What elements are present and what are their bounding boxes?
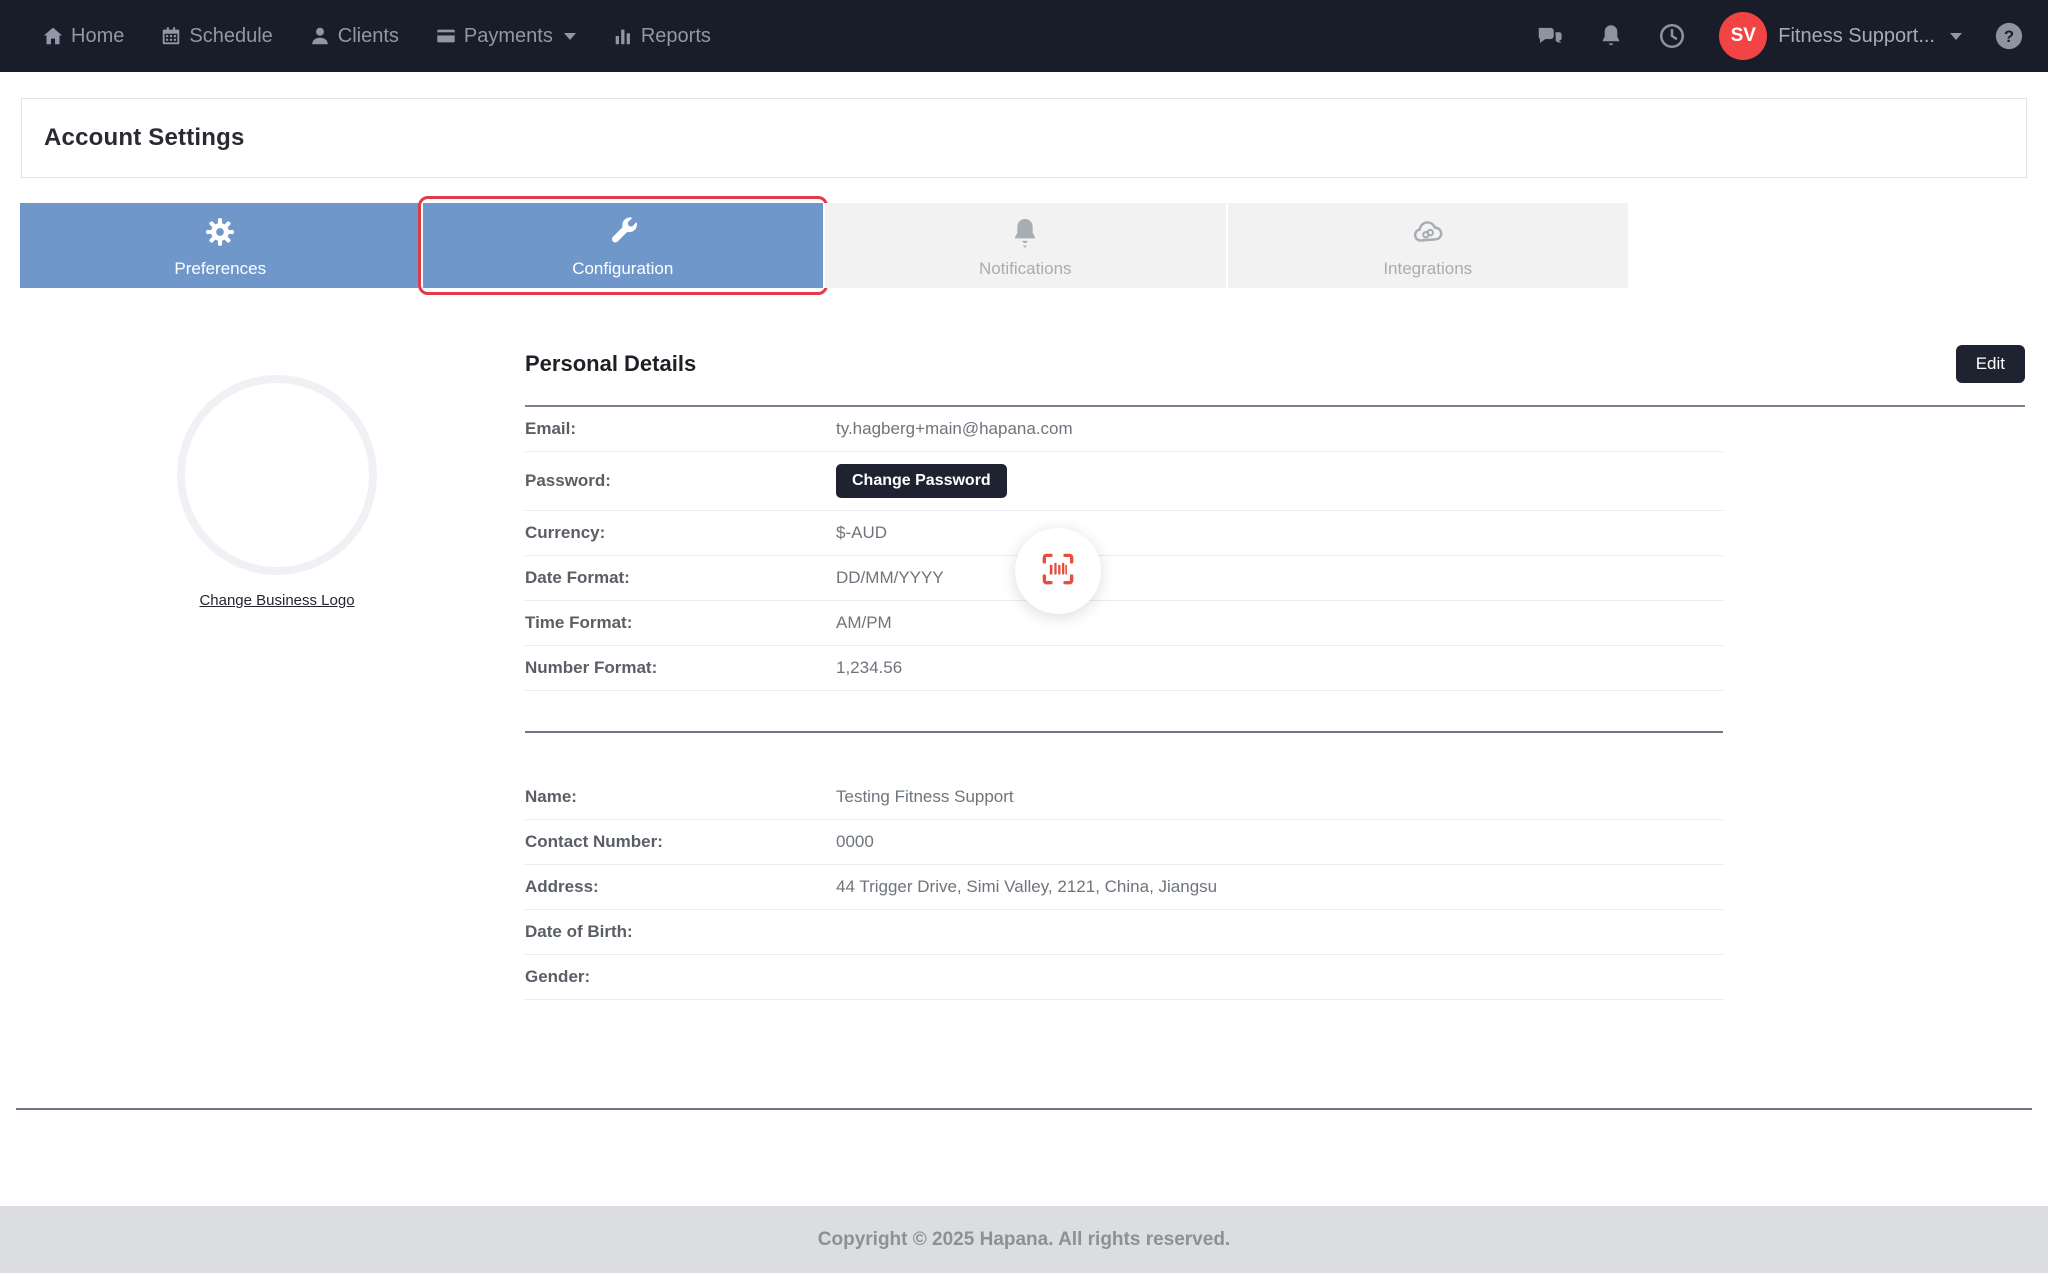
detail-row-number-format: Number Format: 1,234.56 bbox=[525, 646, 1723, 691]
nav-item-label: Home bbox=[71, 25, 124, 48]
nav-menu: Home Schedule Clients Payments Reports bbox=[42, 25, 711, 48]
change-business-logo-link[interactable]: Change Business Logo bbox=[199, 592, 354, 609]
row-label: Gender: bbox=[525, 967, 836, 987]
clock-icon[interactable] bbox=[1657, 21, 1687, 51]
account-name: Fitness Support... bbox=[1778, 25, 1935, 48]
row-value: 1,234.56 bbox=[836, 658, 902, 678]
page-title: Account Settings bbox=[44, 124, 245, 152]
nav-item-label: Clients bbox=[338, 25, 399, 48]
detail-row-currency: Currency: $-AUD bbox=[525, 511, 1723, 556]
tab-label: Integrations bbox=[1383, 260, 1472, 277]
settings-tabs: Preferences Configuration Notifications … bbox=[20, 203, 1628, 288]
tab-notifications[interactable]: Notifications bbox=[823, 203, 1226, 288]
detail-row-time-format: Time Format: AM/PM bbox=[525, 601, 1723, 646]
scan-widget-button[interactable] bbox=[1015, 528, 1101, 614]
nav-item-reports[interactable]: Reports bbox=[612, 25, 711, 48]
account-menu[interactable]: SV Fitness Support... bbox=[1719, 12, 1962, 60]
tab-configuration[interactable]: Configuration bbox=[421, 203, 824, 288]
bottom-divider bbox=[16, 1108, 2032, 1110]
personal-details-header: Personal Details Edit bbox=[525, 345, 2025, 383]
avatar: SV bbox=[1719, 12, 1767, 60]
nav-item-label: Reports bbox=[641, 25, 711, 48]
business-logo-placeholder bbox=[177, 375, 377, 575]
top-navbar: Home Schedule Clients Payments Reports S… bbox=[0, 0, 2048, 72]
personal-details-section: Personal Details Edit Email: ty.hagberg+… bbox=[525, 345, 2025, 1000]
row-label: Name: bbox=[525, 787, 836, 807]
row-label: Email: bbox=[525, 419, 836, 439]
wrench-icon bbox=[606, 215, 640, 254]
copyright-text: Copyright © 2025 Hapana. All rights rese… bbox=[818, 1229, 1230, 1251]
row-label: Date Format: bbox=[525, 568, 836, 588]
help-icon[interactable]: ? bbox=[1994, 21, 2024, 51]
row-label: Date of Birth: bbox=[525, 922, 836, 942]
detail-row-email: Email: ty.hagberg+main@hapana.com bbox=[525, 407, 1723, 452]
row-label: Number Format: bbox=[525, 658, 836, 678]
section-heading: Personal Details bbox=[525, 351, 696, 377]
page-title-card: Account Settings bbox=[21, 98, 2027, 178]
settings-content: Change Business Logo Personal Details Ed… bbox=[0, 345, 2048, 1000]
row-value: 44 Trigger Drive, Simi Valley, 2121, Chi… bbox=[836, 877, 1217, 897]
user-icon bbox=[309, 25, 331, 47]
row-label: Time Format: bbox=[525, 613, 836, 633]
details-rows-group-2: Name: Testing Fitness Support Contact Nu… bbox=[525, 775, 1723, 1000]
detail-row-password: Password: Change Password bbox=[525, 452, 1723, 511]
tab-label: Configuration bbox=[572, 260, 673, 277]
row-value: DD/MM/YYYY bbox=[836, 568, 944, 588]
chat-icon[interactable] bbox=[1535, 21, 1565, 51]
home-icon bbox=[42, 25, 64, 47]
chevron-down-icon bbox=[564, 33, 576, 40]
nav-item-label: Schedule bbox=[189, 25, 272, 48]
row-label: Password: bbox=[525, 471, 836, 491]
bell-icon[interactable] bbox=[1597, 22, 1625, 50]
row-value: 0000 bbox=[836, 832, 874, 852]
edit-button[interactable]: Edit bbox=[1956, 345, 2025, 383]
svg-text:?: ? bbox=[2004, 27, 2014, 46]
business-logo-section: Change Business Logo bbox=[177, 375, 377, 610]
detail-row-contact-number: Contact Number: 0000 bbox=[525, 820, 1723, 865]
nav-item-payments[interactable]: Payments bbox=[435, 25, 576, 48]
bar-chart-icon bbox=[612, 25, 634, 47]
row-value: AM/PM bbox=[836, 613, 892, 633]
detail-row-name: Name: Testing Fitness Support bbox=[525, 775, 1723, 820]
tab-label: Preferences bbox=[174, 260, 266, 277]
row-value: ty.hagberg+main@hapana.com bbox=[836, 419, 1073, 439]
tab-label: Notifications bbox=[979, 260, 1072, 277]
detail-row-date-format: Date Format: DD/MM/YYYY bbox=[525, 556, 1723, 601]
tab-preferences[interactable]: Preferences bbox=[20, 203, 421, 288]
nav-item-home[interactable]: Home bbox=[42, 25, 124, 48]
row-label: Currency: bbox=[525, 523, 836, 543]
barcode-scan-icon bbox=[1037, 548, 1079, 595]
footer: Copyright © 2025 Hapana. All rights rese… bbox=[0, 1206, 2048, 1273]
bell-icon bbox=[1008, 215, 1042, 254]
change-password-button[interactable]: Change Password bbox=[836, 464, 1007, 498]
nav-item-clients[interactable]: Clients bbox=[309, 25, 399, 48]
nav-right: SV Fitness Support... ? bbox=[1535, 12, 2024, 60]
row-value: Testing Fitness Support bbox=[836, 787, 1014, 807]
cloud-link-icon bbox=[1410, 215, 1446, 254]
nav-item-label: Payments bbox=[464, 25, 553, 48]
row-label: Address: bbox=[525, 877, 836, 897]
row-label: Contact Number: bbox=[525, 832, 836, 852]
tab-integrations[interactable]: Integrations bbox=[1226, 203, 1629, 288]
detail-row-address: Address: 44 Trigger Drive, Simi Valley, … bbox=[525, 865, 1723, 910]
details-rows-group-1: Email: ty.hagberg+main@hapana.com Passwo… bbox=[525, 407, 1723, 691]
chevron-down-icon bbox=[1950, 33, 1962, 40]
detail-row-date-of-birth: Date of Birth: bbox=[525, 910, 1723, 955]
group-divider bbox=[525, 731, 1723, 733]
gear-icon bbox=[203, 215, 237, 254]
credit-card-icon bbox=[435, 25, 457, 47]
calendar-icon bbox=[160, 25, 182, 47]
detail-row-gender: Gender: bbox=[525, 955, 1723, 1000]
row-value: $-AUD bbox=[836, 523, 887, 543]
nav-item-schedule[interactable]: Schedule bbox=[160, 25, 272, 48]
